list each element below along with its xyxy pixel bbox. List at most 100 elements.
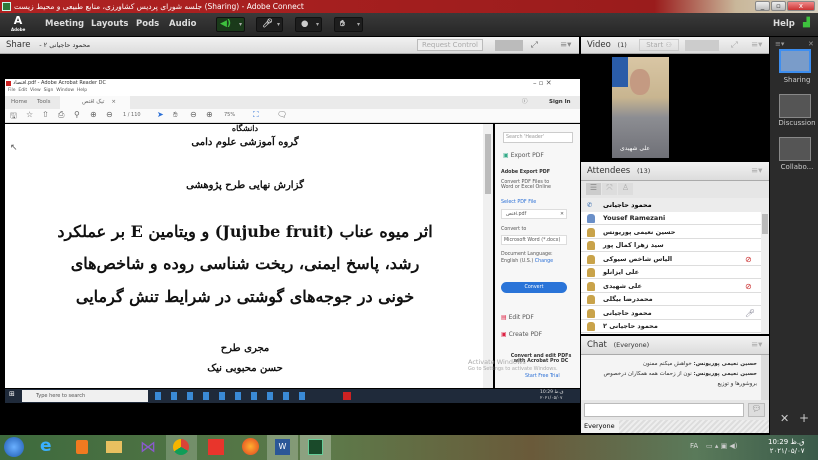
edit-pdf-tool[interactable]: ▤ Edit PDF (501, 314, 534, 321)
attendee-row[interactable]: محمدرضا بیگلی (581, 293, 761, 306)
attendee-row[interactable]: Yousef Ramezani (581, 212, 761, 225)
maximize-button[interactable]: ▫ (771, 1, 786, 11)
start-video-button[interactable]: Start ⚇ (639, 39, 679, 51)
microphone-button[interactable]: 🎤︎ ▾ (256, 17, 283, 32)
hand-tool-icon[interactable]: ✋︎ (173, 110, 178, 120)
fit-page-icon[interactable]: ⛶ (253, 110, 259, 120)
attendee-row[interactable]: الیاس شاخص سیوکی ⊘ (581, 252, 761, 266)
convert-button[interactable]: Convert (501, 282, 567, 293)
print-icon[interactable]: ⎙ (58, 110, 64, 120)
acrobat-window-controls[interactable]: – ▫ ✕ (533, 79, 552, 88)
chrome-taskbar-button[interactable] (166, 435, 197, 460)
pdf-scrollbar[interactable] (483, 124, 493, 388)
menu-audio[interactable]: Audio (169, 19, 196, 29)
layout-collaboration[interactable] (779, 137, 811, 161)
layout-sharing-label[interactable]: Sharing (775, 76, 818, 84)
zoom-out-icon[interactable]: ⊖ (190, 110, 197, 119)
webcam-button[interactable]: ● ▾ (295, 17, 322, 32)
prev-page-icon[interactable]: ⊕ (90, 110, 97, 119)
attendee-row[interactable]: محمود حاجیانی 🎤︎ (581, 306, 761, 320)
visual-studio-icon[interactable]: ⋈ (140, 437, 156, 456)
select-tool-icon[interactable]: ➤ (157, 110, 164, 119)
layouts-menu-icon[interactable]: ≡▾ (775, 40, 784, 48)
format-select[interactable]: Microsoft Word (*.docx) (501, 235, 567, 245)
raise-hand-button[interactable]: ✋︎ ▾ (334, 17, 363, 32)
layout-collaboration-label[interactable]: Collabo... (775, 163, 818, 171)
internet-explorer-icon[interactable]: e (40, 436, 52, 456)
layout-sharing[interactable] (779, 49, 811, 73)
layout-discussion[interactable] (779, 94, 811, 118)
next-page-icon[interactable]: ⊖ (106, 110, 113, 119)
remove-layout-icon[interactable]: ✕ (780, 412, 789, 425)
page-number[interactable]: 1 / 110 (123, 112, 141, 118)
tab-document[interactable]: تیک اقتص × (60, 96, 130, 109)
status-view-icon[interactable]: ♙ (618, 183, 633, 195)
acrobat-taskbar-icon[interactable] (343, 392, 351, 400)
zoom-search-icon[interactable]: ⚲ (74, 110, 80, 119)
video-menu-icon[interactable]: ≡▾ (751, 37, 762, 54)
help-icon[interactable]: ⓘ (522, 96, 528, 109)
chat-input[interactable] (584, 403, 744, 417)
request-control-button[interactable]: Request Control (417, 39, 483, 51)
input-language[interactable]: FA (690, 442, 698, 450)
acrobat-menu-help[interactable]: Help (77, 88, 87, 93)
layout-discussion-label[interactable]: Discussion (775, 119, 818, 127)
selected-file[interactable]: اقتص.pdf ✕ (501, 209, 567, 219)
send-message-button[interactable]: 💬︎ (748, 403, 765, 417)
chat-menu-icon[interactable]: ≡▾ (751, 336, 762, 355)
change-language-link[interactable]: Change (535, 259, 553, 264)
upload-icon[interactable]: ⇧ (42, 110, 49, 119)
attendee-row[interactable]: سید زهرا کمال پور (581, 239, 761, 252)
breakout-view-icon[interactable]: ⤧ (602, 183, 617, 195)
menu-pods[interactable]: Pods (136, 19, 159, 29)
view-toggle[interactable] (495, 40, 523, 51)
word-taskbar-button[interactable]: W (267, 435, 298, 460)
tab-home[interactable]: Home (11, 96, 27, 109)
media-player-icon[interactable] (76, 440, 88, 454)
menu-meeting[interactable]: Meeting (45, 19, 84, 29)
taskbar-app-icons[interactable] (155, 392, 305, 400)
fullscreen-icon[interactable]: ⤢ (531, 37, 538, 54)
bookmark-icon[interactable]: ☆ (26, 110, 33, 119)
zoom-in-icon[interactable]: ⊕ (206, 110, 213, 119)
attendee-row[interactable]: علی شهیدی ⊘ (581, 279, 761, 293)
attendees-menu-icon[interactable]: ≡▾ (751, 162, 762, 181)
attendee-row[interactable]: علی ایزانلو (581, 266, 761, 279)
video-layout-toggle[interactable] (685, 40, 719, 51)
acrobat-menu-sign[interactable]: Sign (44, 88, 54, 93)
speaker-button[interactable]: ◀) ▾ (216, 17, 245, 32)
taskbar-search[interactable]: Type here to search (22, 390, 148, 402)
attendee-row[interactable]: حسین نعیمی پوریونس (581, 225, 761, 239)
export-pdf-tool[interactable]: ▣ Export PDF (503, 152, 544, 159)
firefox-icon[interactable] (242, 438, 259, 455)
file-explorer-icon[interactable] (106, 441, 122, 453)
tray-icons[interactable]: ▭ ▴ ▣ ◀) (706, 442, 738, 450)
add-layout-icon[interactable]: + (799, 411, 809, 425)
acrobat-menu-view[interactable]: View (30, 88, 41, 93)
menu-layouts[interactable]: Layouts (91, 19, 128, 29)
save-icon[interactable]: 🖫︎ (10, 110, 17, 124)
comment-icon[interactable]: 🗨︎ (277, 110, 287, 119)
start-button[interactable] (4, 437, 24, 457)
sign-in-link[interactable]: Sign In (549, 96, 571, 109)
layouts-close-icon[interactable]: ✕ (808, 40, 814, 48)
acrobat-menu-window[interactable]: Window (56, 88, 74, 93)
chat-tab-everyone[interactable]: Everyone (581, 420, 619, 433)
chat-scrollbar[interactable] (761, 355, 769, 400)
zoom-level[interactable]: 75% (224, 112, 235, 118)
acrobat-menu-edit[interactable]: Edit (18, 88, 27, 93)
attendee-scrollbar[interactable] (761, 212, 769, 334)
select-file-link[interactable]: Select PDF File (501, 200, 536, 205)
system-clock[interactable]: 10:29 ق.ظ ۲۰۲۱/۰۵/۰۷ (768, 438, 805, 456)
close-button[interactable]: x (787, 1, 815, 11)
start-icon[interactable]: ⊞ (9, 390, 15, 398)
search-tools-input[interactable]: Search 'Header' (503, 132, 573, 143)
anydesk-icon[interactable] (208, 439, 224, 455)
adobe-connect-taskbar-button[interactable] (300, 435, 331, 460)
attendee-row[interactable]: محمود حاجیانی ۲ (581, 320, 761, 333)
minimize-button[interactable]: _ (755, 1, 770, 11)
pod-menu-icon[interactable]: ≡▾ (560, 37, 571, 54)
list-view-icon[interactable]: ☰ (586, 183, 601, 195)
menu-help[interactable]: Help (773, 19, 795, 29)
tab-tools[interactable]: Tools (37, 96, 51, 109)
